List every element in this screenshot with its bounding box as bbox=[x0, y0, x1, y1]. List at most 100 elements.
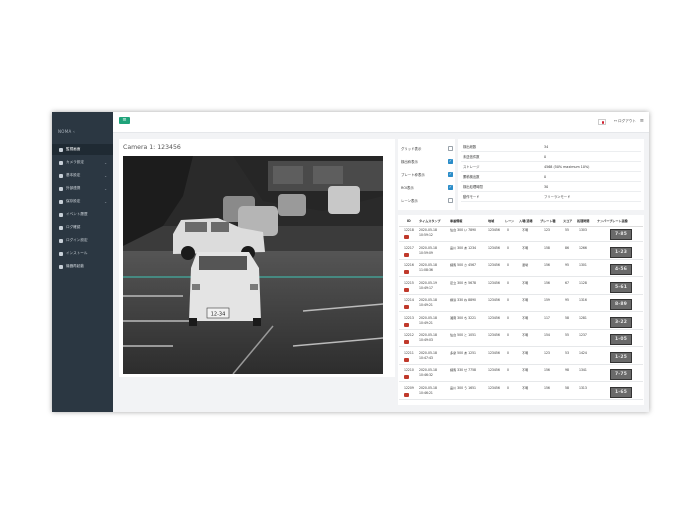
info-key: 検出処理時間 bbox=[463, 185, 483, 190]
cell-score: 86 bbox=[565, 245, 569, 250]
plate-thumbnail[interactable]: 1-65 bbox=[610, 386, 632, 398]
table-row[interactable]: 12217 2020-05-18 10:59:09 品川 300 あ 1234 1234… bbox=[399, 245, 643, 260]
option-checkbox[interactable] bbox=[448, 197, 453, 203]
cell-dir: 不明 bbox=[522, 245, 529, 250]
table-row[interactable]: 12216 2020-05-18 11:08:36 練馬 500 さ 4567 1234… bbox=[399, 262, 643, 277]
table-row[interactable]: 12210 2020-05-18 10:46:32 練馬 330 せ 7758 1234… bbox=[399, 367, 643, 382]
cell-lane: 0 bbox=[507, 298, 509, 302]
cell-type: 123 bbox=[544, 350, 550, 355]
sidebar: NOMA ‹ 監視画面 カメラ設定 ⌄ 基本設定 ⌄ 外部連携 ⌄ 保存設定 ⌄… bbox=[52, 112, 113, 412]
cell-code: 123456 bbox=[488, 385, 500, 390]
cell-ms: 1341 bbox=[579, 368, 587, 372]
cell-lane: 0 bbox=[507, 228, 509, 232]
info-row: 未送信件数 0 bbox=[461, 153, 641, 162]
status-info-panel: 検出総数 34 未送信件数 0 ストレージ 4568 (50% maximum … bbox=[458, 139, 644, 210]
chevron-down-icon: ⌄ bbox=[104, 186, 107, 191]
cell-code: 123456 bbox=[488, 228, 500, 232]
cell-type: 156 bbox=[544, 263, 550, 267]
cell-id: 12212 bbox=[404, 333, 414, 337]
table-row[interactable]: 12212 2020-05-18 10:49:03 仙台 500 と 1051 1234… bbox=[399, 332, 643, 347]
cell-code: 123456 bbox=[488, 315, 500, 320]
table-row[interactable]: 12211 2020-05-18 10:47:43 多摩 500 あ 1251 1234… bbox=[399, 350, 643, 365]
option-plate-box[interactable]: プレート枠表示 ✓ bbox=[401, 170, 453, 178]
cell-score: 98 bbox=[565, 368, 569, 372]
plate-thumbnail[interactable]: 1-25 bbox=[610, 351, 632, 363]
cell-date: 2020-05-18 bbox=[419, 245, 437, 250]
cell-score: 55 bbox=[565, 333, 569, 337]
column-header: ID bbox=[407, 219, 411, 223]
cell-lane: 0 bbox=[507, 245, 509, 250]
sidebar-item-external[interactable]: 外部連携 ⌄ bbox=[52, 183, 113, 194]
cell-id: 12211 bbox=[404, 350, 414, 355]
table-row[interactable]: 12213 2020-05-18 10:49:21 湘南 300 ち 3221 1234… bbox=[399, 315, 643, 330]
cell-type: 156 bbox=[544, 368, 550, 372]
plate-thumbnail[interactable]: 8-89 bbox=[610, 299, 632, 310]
cell-ms: 1266 bbox=[579, 245, 587, 250]
plate-thumbnail-text: 7-75 bbox=[614, 372, 628, 377]
option-label: グリッド表示 bbox=[401, 146, 422, 151]
option-checkbox[interactable]: ✓ bbox=[448, 171, 453, 177]
plate-thumbnail-text: 8-89 bbox=[614, 302, 628, 307]
hamburger-icon[interactable]: ≡ bbox=[640, 118, 644, 124]
option-checkbox[interactable]: ✓ bbox=[448, 184, 453, 190]
column-header: スコア bbox=[563, 219, 573, 223]
option-grid[interactable]: グリッド表示 bbox=[401, 144, 453, 152]
option-lane[interactable]: レーン表示 bbox=[401, 196, 453, 204]
sidebar-item-reboot[interactable]: 機器再起動 bbox=[52, 261, 113, 272]
sidebar-item-event-history[interactable]: イベント履歴 bbox=[52, 209, 113, 220]
sidebar-item-login[interactable]: ログイン設定 bbox=[52, 235, 113, 246]
option-roi[interactable]: ROI表示 ✓ bbox=[401, 183, 453, 191]
cell-id: 12213 bbox=[404, 315, 414, 320]
table-row[interactable]: 12215 2020-05-19 10:49:17 足立 300 き 5678 1234… bbox=[399, 280, 643, 295]
logout-link[interactable]: ↦ ログアウト bbox=[614, 119, 636, 124]
cell-lane: 0 bbox=[507, 263, 509, 267]
cell-type: 159 bbox=[544, 298, 550, 302]
plate-thumbnail[interactable]: 7-85 bbox=[610, 229, 632, 240]
plate-thumbnail[interactable]: 1-23 bbox=[610, 246, 632, 258]
plate-thumbnail[interactable]: 3-22 bbox=[610, 316, 632, 328]
record-icon bbox=[404, 235, 409, 239]
cell-date: 2020-05-19 bbox=[419, 280, 437, 285]
japan-flag-icon[interactable] bbox=[598, 119, 606, 125]
record-icon bbox=[404, 392, 409, 397]
cell-score: 58 bbox=[565, 385, 569, 390]
logout-label: ログアウト bbox=[618, 119, 636, 123]
sidebar-item-install[interactable]: インストール bbox=[52, 248, 113, 259]
sidebar-item-storage[interactable]: 保存設定 ⌄ bbox=[52, 196, 113, 207]
option-checkbox[interactable] bbox=[448, 145, 453, 151]
plate-thumbnail[interactable]: 1-05 bbox=[610, 334, 632, 345]
column-header: プレート種 bbox=[540, 219, 556, 223]
plate-thumbnail[interactable]: 4-56 bbox=[610, 264, 632, 275]
cell-score: 67 bbox=[565, 280, 569, 285]
cell-code: 123456 bbox=[488, 280, 500, 285]
sidebar-item-label: インストール bbox=[66, 251, 88, 255]
column-header: 処理時間 bbox=[577, 219, 590, 223]
table-row[interactable]: 12209 2020-05-18 10:46:21 品川 300 う 1651 1234… bbox=[399, 385, 643, 400]
plate-thumbnail[interactable]: 5-61 bbox=[610, 281, 632, 293]
sidebar-item-monitor[interactable]: 監視画面 bbox=[52, 144, 113, 155]
sidebar-item-log[interactable]: ログ確認 bbox=[52, 222, 113, 233]
option-detection-box[interactable]: 検出枠表示 ✓ bbox=[401, 157, 453, 165]
log-icon bbox=[59, 225, 63, 230]
menu-toggle-button[interactable]: ≡ bbox=[119, 117, 130, 124]
sidebar-item-camera-settings[interactable]: カメラ設定 ⌄ bbox=[52, 157, 113, 168]
info-value: 34 bbox=[544, 144, 549, 149]
camera-panel: Camera 1: 123456 12-34 bbox=[119, 139, 395, 377]
info-key: 動作モード bbox=[463, 195, 480, 200]
cell-dir: 不明 bbox=[522, 315, 529, 320]
info-value: 0 bbox=[544, 154, 547, 159]
plate-thumbnail[interactable]: 7-75 bbox=[610, 369, 632, 380]
cell-plate: 仙台 500 と 1051 bbox=[450, 333, 477, 337]
save-icon bbox=[59, 199, 63, 204]
plate-thumbnail-text: 1-05 bbox=[614, 337, 628, 342]
record-icon bbox=[404, 305, 409, 309]
cell-dir: 不明 bbox=[522, 385, 529, 390]
cell-ms: 1313 bbox=[579, 385, 587, 390]
cell-score: 53 bbox=[565, 350, 569, 355]
cell-date: 2020-05-18 bbox=[419, 350, 437, 355]
table-row[interactable]: 12218 2020-05-18 10:59:12 仙台 300 い 7890 1234… bbox=[399, 227, 643, 242]
sidebar-item-basic-settings[interactable]: 基本設定 ⌄ bbox=[52, 170, 113, 181]
info-row: 累積検出数 0 bbox=[461, 173, 641, 182]
option-checkbox[interactable]: ✓ bbox=[448, 158, 453, 164]
table-row[interactable]: 12214 2020-05-18 10:49:21 横浜 330 ね 8890 1234… bbox=[399, 297, 643, 312]
